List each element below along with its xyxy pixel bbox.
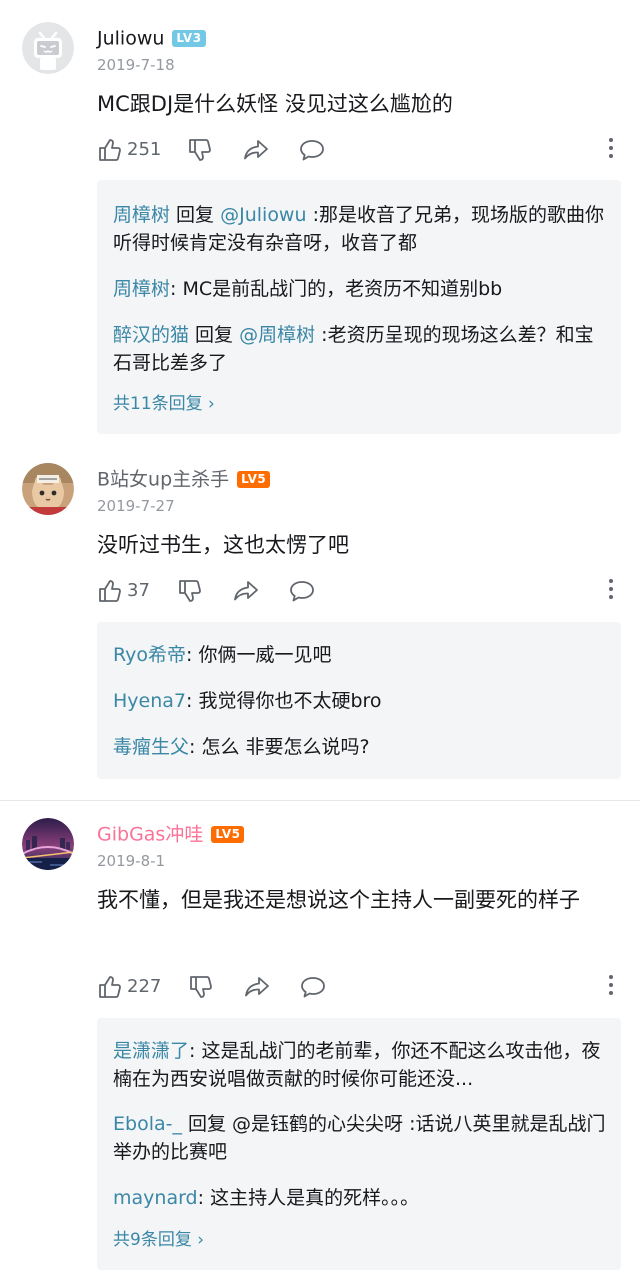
comment-text: MC跟DJ是什么妖怪 没见过这么尴尬的 [97,92,453,116]
like-count: 37 [127,580,150,601]
comment-text: 我不懂，但是我还是想说这个主持人一副要死的样子 [97,888,580,912]
city-bridge-night-avatar [22,818,74,870]
level-badge: LV5 [211,826,245,843]
like-button[interactable]: 251 [97,136,161,164]
share-button[interactable] [232,577,260,605]
reply-username[interactable]: 毒瘤生父 [113,736,189,758]
avatar[interactable] [22,463,74,515]
share-arrow-icon [244,140,268,160]
mention-link[interactable]: @Juliowu [220,204,306,226]
thumbs-down-icon [179,580,201,602]
username[interactable]: Juliowu [97,28,164,50]
share-button[interactable] [243,973,271,1001]
reply-item: Ryo希帝: 你俩一威一见吧 [113,644,332,666]
thumbs-down-icon [190,976,212,998]
share-arrow-icon [245,977,269,997]
username[interactable]: GibGas冲哇 [97,824,203,846]
like-count: 227 [127,976,162,997]
speech-bubble-icon [300,140,324,161]
share-arrow-icon [234,581,258,601]
reply-username[interactable]: Ryo希帝 [113,644,186,666]
comment-date: 2019-7-18 [97,56,175,74]
reply-username[interactable]: maynard [113,1187,198,1209]
level-badge: LV3 [172,30,206,47]
comment-section: Juliowu LV3 2019-7-18 MC跟DJ是什么妖怪 没见过这么尴尬的… [0,0,640,1285]
reply-item: 醉汉的猫 回复 @周樟树 :老资历呈现的现场这么差？和宝石哥比差多了 [113,324,594,374]
thumbs-up-icon [99,139,121,161]
more-vertical-icon[interactable] [607,975,615,999]
reply-button[interactable] [288,577,316,605]
like-button[interactable]: 37 [97,577,150,605]
dislike-button[interactable] [188,973,214,1001]
reply-username[interactable]: 醉汉的猫 [113,324,189,346]
level-badge: LV5 [237,471,271,488]
reply-username[interactable]: 周樟树 [113,204,170,226]
avatar[interactable] [22,818,74,870]
dislike-button[interactable] [187,136,213,164]
comment: GibGas冲哇 LV5 2019-8-1 我不懂，但是我还是想说这个主持人一副要… [0,818,640,1278]
view-more-replies-link[interactable]: 共9条回复 › [113,1228,204,1252]
reply-item: 毒瘤生父: 怎么 非要怎么说吗? [113,736,370,758]
share-button[interactable] [242,136,270,164]
reply-item: Ebola-_ 回复 @是钰鹤的心尖尖呀 :话说八英里就是乱战门举办的比赛吧 [113,1113,606,1163]
comment-date: 2019-7-27 [97,497,175,515]
more-vertical-icon[interactable] [607,138,615,162]
reply-item: 周樟树: MC是前乱战门的，老资历不知道别bb [113,278,503,300]
default-bilibili-tv-avatar [22,22,74,74]
comment-date: 2019-8-1 [97,852,166,870]
speech-bubble-icon [290,581,314,602]
more-vertical-icon[interactable] [607,579,615,603]
reply-item: 周樟树 回复 @Juliowu :那是收音了兄弟，现场版的歌曲你听得时候肯定没有… [113,204,604,254]
comment: B站女up主杀手 LV5 2019-7-27 没听过书生，这也太愣了吧 37 Ry… [0,463,640,783]
comment: Juliowu LV3 2019-7-18 MC跟DJ是什么妖怪 没见过这么尴尬的… [0,22,640,442]
dislike-button[interactable] [177,577,203,605]
like-count: 251 [127,139,162,160]
reply-box: Ryo希帝: 你俩一威一见吧 Hyena7: 我觉得你也不太硬bro 毒瘤生父:… [97,622,621,779]
like-button[interactable]: 227 [97,973,161,1001]
reply-box: 是潇潇了: 这是乱战门的老前辈，你还不配这么攻击他，夜楠在为西安说唱做贡献的时候… [97,1018,621,1270]
cat-avatar [22,463,74,515]
reply-item: maynard: 这主持人是真的死样。。。 [113,1187,420,1209]
view-more-replies-link[interactable]: 共11条回复 › [113,392,215,416]
reply-username[interactable]: Hyena7 [113,690,186,712]
reply-item: Hyena7: 我觉得你也不太硬bro [113,690,382,712]
comment-actions: 37 [97,577,617,605]
username[interactable]: B站女up主杀手 [97,469,229,491]
avatar[interactable] [22,22,74,74]
reply-box: 周樟树 回复 @Juliowu :那是收音了兄弟，现场版的歌曲你听得时候肯定没有… [97,180,621,434]
divider [0,800,640,801]
reply-username[interactable]: 周樟树 [113,278,170,300]
reply-button[interactable] [298,136,326,164]
mention-link[interactable]: @周樟树 [239,324,315,346]
thumbs-down-icon [189,139,211,161]
reply-item: 是潇潇了: 这是乱战门的老前辈，你还不配这么攻击他，夜楠在为西安说唱做贡献的时候… [113,1040,601,1090]
thumbs-up-icon [99,976,121,998]
reply-button[interactable] [299,973,327,1001]
reply-username[interactable]: Ebola-_ [113,1113,182,1135]
speech-bubble-icon [301,977,325,998]
reply-username[interactable]: 是潇潇了 [113,1040,189,1062]
thumbs-up-icon [99,580,121,602]
comment-actions: 251 [97,136,617,164]
comment-text: 没听过书生，这也太愣了吧 [97,533,349,557]
comment-actions: 227 [97,973,617,1001]
